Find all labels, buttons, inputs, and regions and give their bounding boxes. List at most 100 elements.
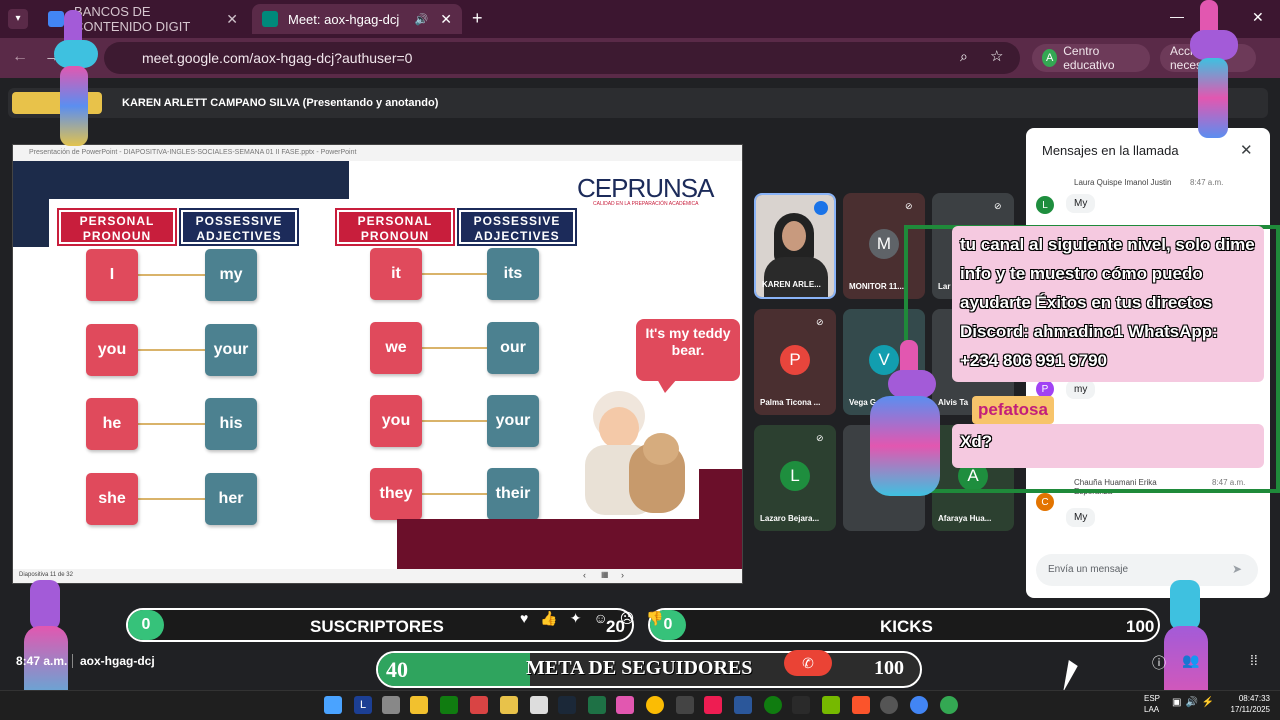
app-color-icon[interactable] (616, 696, 634, 714)
connector-line (137, 423, 207, 425)
pronoun-box: you (86, 324, 138, 376)
avatar: C (1036, 493, 1054, 511)
avatar: L (780, 461, 810, 491)
subscribers-label: SUSCRIPTORES (310, 617, 444, 636)
lang-indicator[interactable]: ESP LAA (1144, 693, 1160, 715)
chat-message: My (1066, 508, 1096, 527)
epic-icon[interactable] (792, 696, 810, 714)
system-clock[interactable]: 08:47:33 17/11/2025 (1228, 693, 1270, 715)
adjective-box: their (487, 468, 539, 520)
connector-line (137, 498, 207, 500)
window-close-button[interactable]: ✕ (1252, 9, 1264, 26)
kicks-label: KICKS (880, 617, 933, 636)
slide-maroon-block (397, 519, 742, 569)
alert-text: tu canal al siguiente nivel, solo dime i… (960, 235, 1255, 370)
address-bar[interactable]: meet.google.com/aox-hgag-dcj?authuser=0 … (104, 42, 1020, 74)
xbox-app-icon[interactable] (764, 696, 782, 714)
activities-icon[interactable]: ⁞⁞ (1250, 652, 1258, 668)
notes-icon[interactable] (500, 696, 518, 714)
file-explorer-icon[interactable] (410, 696, 428, 714)
participant-name: MONITOR 11... (849, 282, 904, 291)
windows-start-icon[interactable] (324, 696, 342, 714)
prev-slide-icon[interactable]: ‹ (583, 570, 586, 580)
lang-primary: ESP (1144, 694, 1161, 703)
send-icon[interactable]: ➤ (1232, 562, 1242, 576)
participant-tile[interactable]: ⊘ L Lazaro Bejara... (754, 425, 836, 531)
slide-corner-navy (13, 161, 349, 199)
party-icon[interactable]: ✦ (570, 610, 594, 626)
adjective-box: her (205, 473, 257, 525)
xbox-icon[interactable] (440, 696, 458, 714)
info-icon[interactable]: ⓘ (1152, 653, 1166, 673)
reactions-bar[interactable]: ♥👍✦☺☹👎 (520, 610, 764, 632)
url-text: meet.google.com/aox-hgag-dcj?authuser=0 (142, 50, 413, 66)
ppt-statusbar: Diapositiva 11 de 32 ‹ ▦ › (13, 569, 742, 583)
chrome-active-icon[interactable] (940, 696, 958, 714)
profile-label: Centro educativo (1063, 44, 1115, 72)
followers-current: 40 (386, 657, 408, 682)
next-slide-icon[interactable]: › (621, 570, 624, 580)
profile-chip[interactable]: A Centro educativo (1032, 44, 1150, 72)
chrome-icon[interactable] (646, 696, 664, 714)
pronoun-box: they (370, 468, 422, 520)
girl-with-teddy-image (573, 387, 699, 519)
thumbs-up-icon[interactable]: 👍 (540, 610, 569, 626)
profile-avatar: A (1042, 49, 1058, 67)
thumbs-down-icon[interactable]: 👎 (646, 610, 675, 626)
laugh-icon[interactable]: ☺ (593, 610, 619, 626)
adjective-box: his (205, 398, 257, 450)
tab-search-button[interactable]: ▾ (8, 9, 28, 29)
taskbar (0, 690, 1280, 720)
alert-chat-text: Xd? (960, 432, 993, 451)
new-tab-button[interactable]: + (472, 8, 483, 29)
thinking-icon[interactable]: ☹ (620, 610, 647, 626)
slide: CEPRUNSA CALIDAD EN LA PREPARACIÓN ACADÉ… (13, 161, 742, 569)
slide-menu-icon[interactable]: ▦ (601, 570, 609, 579)
close-icon[interactable]: ✕ (440, 11, 452, 28)
excel-icon[interactable] (588, 696, 606, 714)
nvidia-icon[interactable] (822, 696, 840, 714)
chat-message: My (1066, 194, 1096, 213)
obs-icon[interactable] (880, 696, 898, 714)
people-icon[interactable]: 👥 (1182, 652, 1199, 669)
tab-meet[interactable]: Meet: aox-hgag-dcj 🔊 ✕ (252, 4, 462, 34)
steam-icon[interactable] (558, 696, 576, 714)
brave-icon[interactable] (852, 696, 870, 714)
pronoun-box: you (370, 395, 422, 447)
back-icon[interactable]: ← (12, 48, 28, 66)
zoom-icon[interactable]: ⌕ (960, 48, 968, 65)
app-g-icon[interactable] (676, 696, 694, 714)
chat-time: 8:47 a.m. (1190, 178, 1224, 187)
end-call-button[interactable]: ✆ (784, 650, 832, 676)
alert-chat-message: Xd? (952, 424, 1264, 468)
participant-name: Afaraya Hua... (938, 514, 992, 523)
tiktok-icon[interactable] (704, 696, 722, 714)
adjective-box: your (205, 324, 257, 376)
slide-maroon-right (699, 469, 742, 529)
chat-input[interactable]: Envía un mensaje ➤ (1036, 554, 1258, 586)
slide-counter: Diapositiva 11 de 32 (19, 572, 73, 578)
llama-sticker (34, 10, 104, 160)
mic-off-icon: ⊘ (905, 201, 913, 211)
clock-date: 17/11/2025 (1230, 705, 1270, 714)
avatar: P (780, 345, 810, 375)
connector-line (421, 420, 489, 422)
heart-icon[interactable]: ♥ (520, 610, 540, 626)
connector-line (137, 349, 207, 351)
chat-title: Mensajes en la llamada (1042, 143, 1179, 158)
close-icon[interactable]: ✕ (226, 11, 238, 28)
header-personal-pronoun: PERSONAL PRONOUN (59, 210, 175, 244)
app-l-icon[interactable]: L (354, 696, 372, 714)
documents-icon[interactable] (530, 696, 548, 714)
participant-tile[interactable]: KAREN ARLE... (754, 193, 836, 299)
chrome-profile-icon[interactable] (910, 696, 928, 714)
participant-tile[interactable]: ⊘ P Palma Ticona ... (754, 309, 836, 415)
tray-icons[interactable]: ▣🔊⚡ (1172, 697, 1218, 708)
settings-icon[interactable] (382, 696, 400, 714)
word-icon[interactable] (734, 696, 752, 714)
presenter-bar: KAREN ARLETT CAMPANO SILVA (Presentando … (8, 88, 1268, 118)
app-red-icon[interactable] (470, 696, 488, 714)
star-icon[interactable]: ☆ (990, 47, 1003, 65)
pronoun-box: she (86, 473, 138, 525)
connector-line (137, 274, 207, 276)
